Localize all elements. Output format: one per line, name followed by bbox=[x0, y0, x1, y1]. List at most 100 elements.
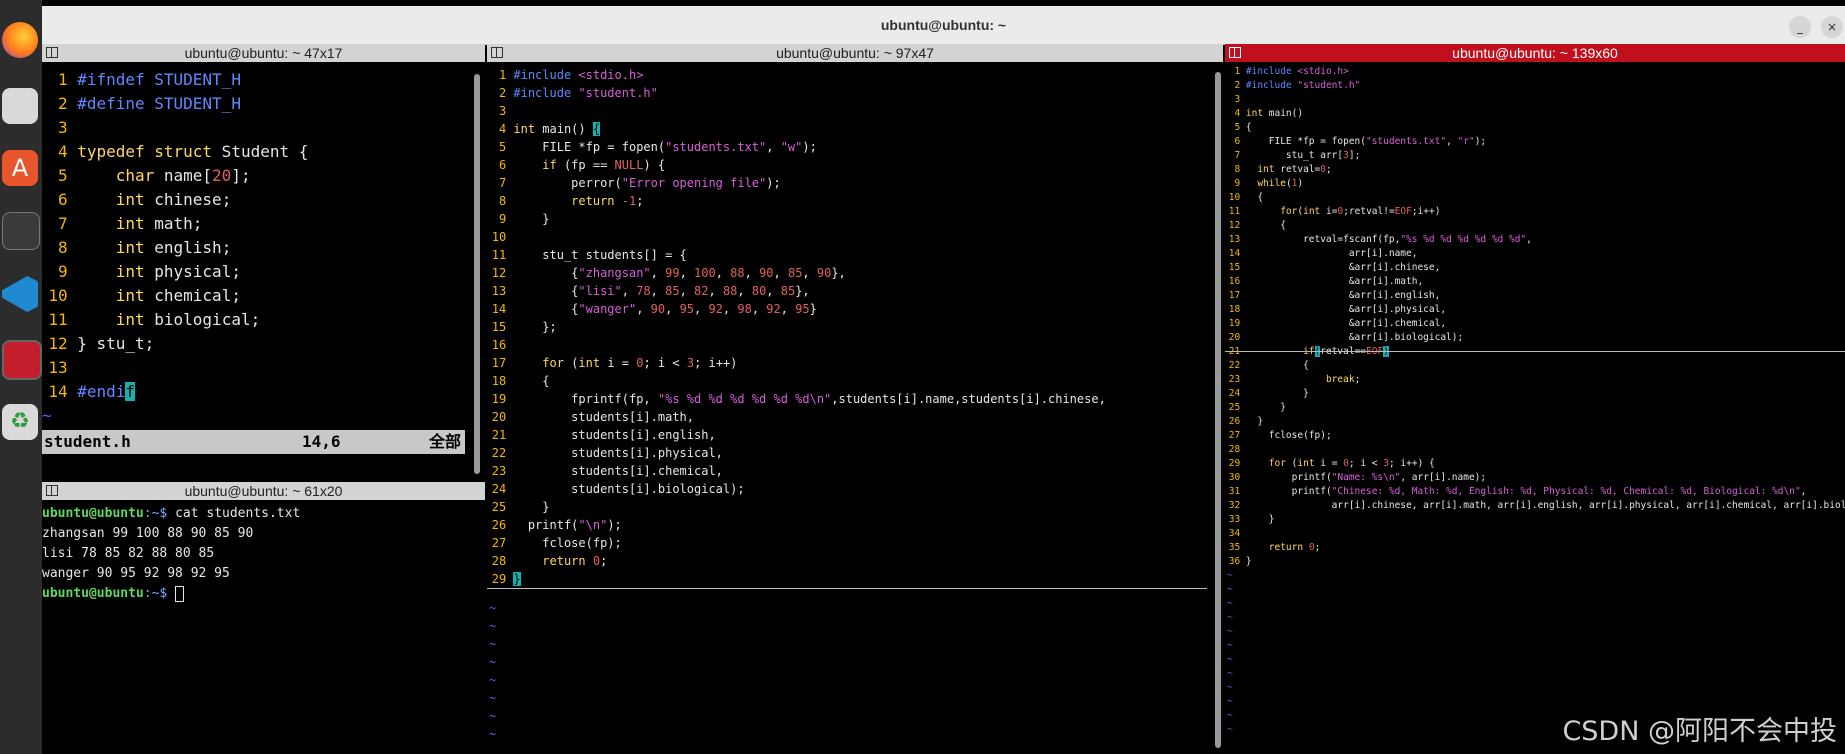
tilde-line: ~ bbox=[1227, 640, 1233, 651]
close-button[interactable]: × bbox=[1821, 16, 1843, 38]
line-number: 2 bbox=[57, 94, 68, 113]
tilde-line: ~ bbox=[1227, 710, 1233, 721]
pane-scrollbar[interactable] bbox=[474, 74, 480, 474]
code-token: { bbox=[513, 266, 579, 280]
code-line: 13 {"lisi", 78, 85, 82, 88, 80, 85}, bbox=[487, 282, 1223, 300]
trash-icon[interactable]: ♻ bbox=[2, 404, 38, 440]
code-token: -1 bbox=[621, 194, 637, 208]
app-center-icon[interactable]: A bbox=[2, 150, 38, 186]
line-number: 23 bbox=[491, 464, 507, 478]
vscode-icon[interactable] bbox=[2, 276, 38, 312]
line-number: 18 bbox=[1228, 304, 1241, 315]
vim-buffer[interactable]: 1 #include <stdio.h> 2 #include "student.h"… bbox=[487, 66, 1223, 588]
terminator-window: ubuntu@ubuntu: ~ _ × ubuntu@ubuntu: ~ 47… bbox=[42, 6, 1845, 754]
code-token: , bbox=[766, 140, 781, 154]
code-token: ; bbox=[1354, 374, 1361, 385]
vim-buffer[interactable]: 1 #include <stdio.h> 2 #include "student.h"… bbox=[1225, 65, 1845, 569]
code-token: , bbox=[650, 284, 666, 298]
terminal-icon[interactable] bbox=[2, 212, 40, 250]
presentation-icon[interactable] bbox=[2, 340, 42, 380]
line-number: 14 bbox=[48, 382, 68, 401]
code-token: printf( bbox=[513, 518, 579, 532]
code-line: 9 } bbox=[487, 210, 1223, 228]
ubuntu-dock: A ♻ bbox=[0, 0, 42, 754]
code-token: , bbox=[773, 266, 788, 280]
terminal-pane-write-program[interactable]: ubuntu@ubuntu: ~ 97x47 1 #include <stdio.… bbox=[487, 44, 1223, 754]
code-token: int bbox=[115, 310, 145, 329]
code-token: ]; bbox=[231, 166, 251, 185]
code-line: 17 for (int i = 0; i < 3; i++) bbox=[487, 354, 1223, 372]
code-token: } bbox=[1245, 556, 1252, 567]
line-number: 17 bbox=[1228, 290, 1241, 301]
line-number: 10 bbox=[48, 286, 68, 305]
shell-line: wanger 90 95 92 98 92 95 bbox=[42, 564, 485, 584]
terminal-pane-icon bbox=[46, 485, 58, 496]
vim-buffer[interactable]: 1 #ifndef STUDENT_H 2 #define STUDENT_H 3 4 ty… bbox=[42, 68, 485, 404]
terminal-pane-read-program[interactable]: ubuntu@ubuntu: ~ 139x60 1 #include <stdio… bbox=[1225, 44, 1845, 754]
code-token: 99 bbox=[665, 266, 680, 280]
code-token: 98 bbox=[737, 302, 752, 316]
firefox-icon[interactable] bbox=[2, 22, 38, 58]
code-line: 25 } bbox=[487, 498, 1223, 516]
code-line: 15 &arr[i].chinese, bbox=[1225, 261, 1845, 275]
code-token: { bbox=[513, 374, 550, 388]
code-token: "wanger" bbox=[578, 302, 637, 316]
code-line: 13 retval=fscanf(fp,"%s %d %d %d %d %d %… bbox=[1225, 233, 1845, 247]
code-token: students[i].physical, bbox=[513, 446, 723, 460]
code-token: , arr[i].name); bbox=[1400, 472, 1487, 483]
code-token: ,students[i].name,students[i].chinese, bbox=[831, 392, 1106, 406]
code-token: while bbox=[1257, 178, 1286, 189]
line-number: 8 bbox=[57, 238, 68, 257]
code-token: &arr[i].biological); bbox=[1245, 332, 1464, 343]
line-number: 6 bbox=[1234, 136, 1241, 147]
code-line: 35 return 0; bbox=[1225, 541, 1845, 555]
tilde-line: ~ bbox=[489, 619, 497, 633]
tilde-line: ~ bbox=[1227, 668, 1233, 679]
pane-scrollbar[interactable] bbox=[1215, 72, 1221, 748]
code-token: return bbox=[542, 554, 586, 568]
text-cursor: { bbox=[592, 122, 601, 136]
code-token: int bbox=[1297, 458, 1315, 469]
code-token: int bbox=[115, 286, 145, 305]
line-number: 12 bbox=[48, 334, 68, 353]
code-token: int bbox=[513, 122, 536, 136]
line-number: 6 bbox=[498, 158, 507, 172]
code-line: 22 students[i].physical, bbox=[487, 444, 1223, 462]
code-token: , bbox=[802, 266, 817, 280]
terminal-pane-shell[interactable]: ubuntu@ubuntu: ~ 61x20 ubuntu@ubuntu:~$ … bbox=[42, 482, 485, 754]
shell-output[interactable]: ubuntu@ubuntu:~$ cat students.txt zhangsa… bbox=[42, 504, 485, 604]
code-line: 2 #define STUDENT_H bbox=[42, 92, 485, 116]
code-token: 85 bbox=[787, 266, 803, 280]
line-number: 16 bbox=[1228, 276, 1241, 287]
code-token: , bbox=[1800, 486, 1807, 497]
line-number: 5 bbox=[1234, 122, 1241, 133]
code-line: 1 #include <stdio.h> bbox=[487, 66, 1223, 84]
code-line: 27 fclose(fp); bbox=[1225, 429, 1845, 443]
line-number: 11 bbox=[491, 248, 507, 262]
code-line: 11 for(int i=0;retval!=EOF;i++) bbox=[1225, 205, 1845, 219]
code-line: 21 students[i].english, bbox=[487, 426, 1223, 444]
code-token: i = bbox=[1314, 458, 1344, 469]
minimize-button[interactable]: _ bbox=[1789, 16, 1811, 38]
code-line: 29} bbox=[487, 570, 1223, 588]
code-token: } bbox=[1245, 388, 1309, 399]
line-number: 28 bbox=[1228, 444, 1241, 455]
code-token: } bbox=[1245, 416, 1264, 427]
code-line: 10 bbox=[487, 228, 1223, 246]
code-token: "students.txt" bbox=[665, 140, 767, 154]
code-token: ; bbox=[1326, 164, 1332, 175]
code-token: main() bbox=[1263, 108, 1304, 119]
files-icon[interactable] bbox=[2, 88, 38, 124]
terminal-pane-student-h[interactable]: ubuntu@ubuntu: ~ 47x17 1 #ifndef STUDENT_… bbox=[42, 44, 485, 479]
code-token: 82 bbox=[694, 284, 709, 298]
code-token: 85 bbox=[665, 284, 680, 298]
line-number: 27 bbox=[1228, 430, 1241, 441]
code-token: <stdio.h> bbox=[1297, 66, 1349, 77]
code-line: 9 while(1) bbox=[1225, 177, 1845, 191]
csdn-watermark: CSDN @阿阳不会中投 bbox=[1562, 716, 1837, 747]
